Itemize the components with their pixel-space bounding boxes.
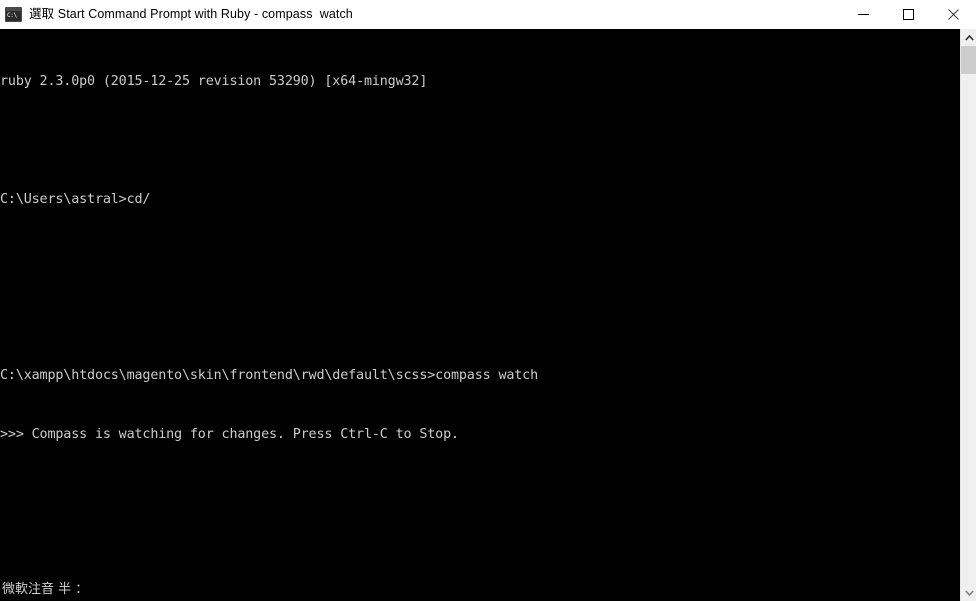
icon-prompt-text: C:\ [6,11,21,21]
maximize-icon [903,9,914,20]
scrollbar-down-button[interactable] [961,584,976,601]
maximize-button[interactable] [886,0,931,29]
minimize-button[interactable] [841,0,886,29]
title-bar[interactable]: C:\ 選取 Start Command Prompt with Ruby - … [0,0,976,29]
scrollbar-track[interactable] [961,46,976,584]
scrollbar-up-button[interactable] [961,29,976,46]
console-line: C:\Users\astral>cd/ [0,191,151,207]
cmd-console-icon: C:\ [5,7,22,22]
vertical-scrollbar[interactable] [960,29,976,601]
minimize-icon [858,14,869,15]
close-button[interactable] [931,0,976,29]
close-icon [948,9,959,20]
command-prompt-window: C:\ 選取 Start Command Prompt with Ruby - … [0,0,976,601]
chevron-up-icon [964,34,974,41]
terminal-output-area[interactable]: ruby 2.3.0p0 (2015-12-25 revision 53290)… [0,29,960,601]
console-line: ruby 2.3.0p0 (2015-12-25 revision 53290)… [0,74,428,90]
console-line: >>> Compass is watching for changes. Pre… [0,426,459,442]
console-text: ruby 2.3.0p0 (2015-12-25 revision 53290)… [0,33,960,484]
ime-status-bar: 微軟注音 半 ： [2,582,89,597]
window-controls [841,0,976,29]
scrollbar-thumb[interactable] [961,46,976,74]
console-line: C:\xampp\htdocs\magento\skin\frontend\rw… [0,368,539,384]
chevron-down-icon [964,589,974,596]
window-title: 選取 Start Command Prompt with Ruby - comp… [29,7,353,21]
